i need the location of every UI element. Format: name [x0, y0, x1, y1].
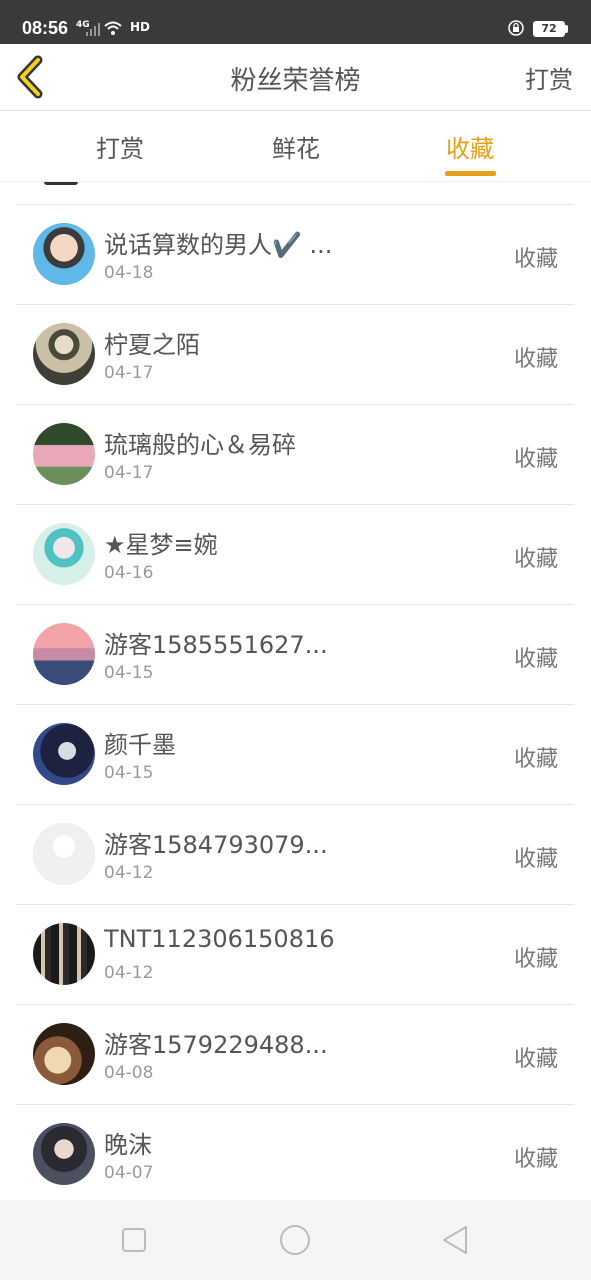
list-item[interactable]: TNT112306150816 04-12 收藏	[16, 905, 574, 1005]
fan-name: TNT112306150816	[104, 925, 335, 953]
battery-tip	[565, 25, 568, 33]
fan-date: 04-12	[104, 863, 154, 883]
list-item[interactable]: 说话算数的男人✔️ ... 04-18 收藏	[16, 205, 574, 305]
fan-date: 04-16	[104, 563, 154, 583]
list-item[interactable]: 游客1584793079... 04-12 收藏	[16, 805, 574, 905]
fan-action-label: 收藏	[513, 347, 558, 372]
fan-date: 04-15	[104, 763, 154, 783]
fan-action-label: 收藏	[513, 247, 558, 272]
list-item-partial	[16, 182, 574, 205]
list-item[interactable]: 游客1579229488... 04-08 收藏	[16, 1005, 574, 1105]
fan-date: 04-18	[104, 263, 154, 283]
hd-indicator: HD	[130, 20, 151, 34]
list-item[interactable]: ★星梦≡婉 04-16 收藏	[16, 505, 574, 605]
fan-name: 柠夏之陌	[104, 331, 200, 359]
active-tab-indicator	[445, 171, 496, 176]
fan-name: 游客1584793079...	[104, 831, 328, 859]
fan-action-label: 收藏	[513, 847, 558, 872]
battery-indicator: 72	[533, 21, 565, 37]
fan-date: 04-17	[104, 463, 154, 483]
tab-collect[interactable]: 收藏	[410, 129, 530, 164]
fan-action-label: 收藏	[513, 1147, 558, 1172]
fan-date: 04-07	[104, 1163, 154, 1183]
avatar	[33, 923, 95, 985]
status-bar: 08:56 4G HD 72	[0, 0, 591, 44]
status-time: 08:56	[22, 18, 69, 38]
rotation-lock-icon	[508, 20, 524, 36]
fan-name: 晚沫	[104, 1131, 152, 1159]
fan-action-label: 收藏	[513, 1047, 558, 1072]
avatar	[33, 1023, 95, 1085]
back-triangle-icon[interactable]	[438, 1222, 474, 1258]
home-icon[interactable]	[277, 1222, 313, 1258]
app-header: 粉丝荣誉榜 打赏	[0, 44, 591, 111]
list-item[interactable]: 游客1585551627... 04-15 收藏	[16, 605, 574, 705]
list-item[interactable]: 琉璃般的心＆易碎 04-17 收藏	[16, 405, 574, 505]
list-item[interactable]: 颜千墨 04-15 收藏	[16, 705, 574, 805]
page-title: 粉丝荣誉榜	[230, 66, 361, 96]
avatar	[33, 623, 95, 685]
fan-name: 说话算数的男人✔️ ...	[104, 231, 333, 259]
tab-flowers[interactable]: 鲜花	[236, 129, 356, 164]
system-nav-bar	[0, 1200, 591, 1280]
fan-name: ★星梦≡婉	[104, 531, 218, 559]
fan-name: 游客1579229488...	[104, 1031, 328, 1059]
avatar	[33, 423, 95, 485]
fan-action-label: 收藏	[513, 447, 558, 472]
tab-reward[interactable]: 打赏	[60, 129, 180, 164]
avatar	[33, 1123, 95, 1185]
list-item[interactable]: 柠夏之陌 04-17 收藏	[16, 305, 574, 405]
fan-date: 04-15	[104, 663, 154, 683]
fan-date: 04-12	[104, 963, 154, 983]
avatar	[33, 823, 95, 885]
recent-apps-icon[interactable]	[116, 1222, 152, 1258]
fan-name: 颜千墨	[104, 731, 176, 759]
fan-action-label: 收藏	[513, 547, 558, 572]
list-item[interactable]: 晚沫 04-07 收藏	[16, 1105, 574, 1200]
fan-date: 04-08	[104, 1063, 154, 1083]
avatar	[33, 723, 95, 785]
tab-bar: 打赏 鲜花 收藏	[0, 111, 591, 182]
avatar	[33, 223, 95, 285]
fan-date: 04-17	[104, 363, 154, 383]
wifi-icon	[104, 21, 122, 35]
fan-name: 游客1585551627...	[104, 631, 328, 659]
fan-action-label: 收藏	[513, 647, 558, 672]
fan-name: 琉璃般的心＆易碎	[104, 431, 296, 459]
avatar	[33, 523, 95, 585]
fan-list[interactable]: 说话算数的男人✔️ ... 04-18 收藏 柠夏之陌 04-17 收藏 琉璃般…	[16, 182, 574, 1200]
signal-icon	[86, 23, 100, 36]
fan-action-label: 收藏	[513, 947, 558, 972]
fan-action-label: 收藏	[513, 747, 558, 772]
avatar-partial	[44, 182, 78, 185]
avatar	[33, 323, 95, 385]
reward-button[interactable]: 打赏	[525, 60, 573, 95]
